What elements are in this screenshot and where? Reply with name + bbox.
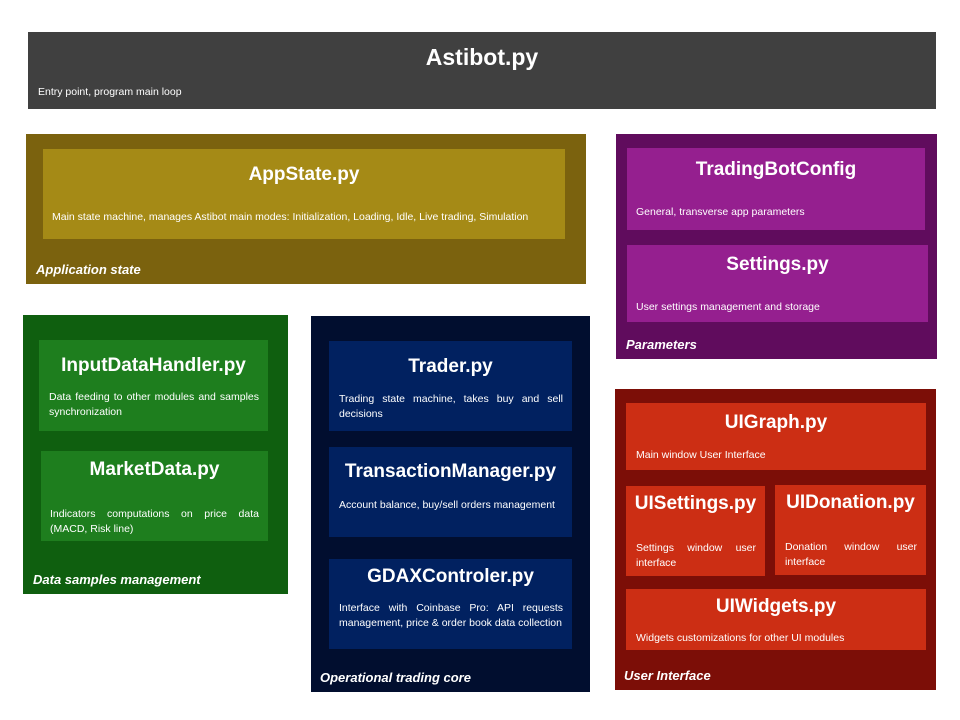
uiwidgets-title: UIWidgets.py (715, 596, 837, 617)
inputdatahandler-title: InputDataHandler.py (61, 355, 246, 376)
uisettings-desc: Settings window user interface (636, 542, 756, 569)
trading-core-group: Trader.py Trading state machine, takes b… (311, 316, 590, 692)
transactionmanager-box: TransactionManager.py Account balance, b… (329, 447, 572, 537)
gdaxcontroler-title: GDAXControler.py (367, 566, 534, 587)
trader-desc: Trading state machine, takes buy and sel… (339, 393, 563, 420)
uigraph-title: UIGraph.py (724, 412, 828, 433)
uiwidgets-desc: Widgets customizations for other UI modu… (636, 632, 845, 644)
inputdatahandler-box: InputDataHandler.py Data feeding to othe… (39, 340, 268, 431)
data-samples-label: Data samples management (33, 572, 201, 587)
tradingbotconfig-box: TradingBotConfig General, transverse app… (627, 148, 925, 230)
marketdata-desc: Indicators computations on price data (M… (50, 508, 259, 535)
uidonation-title: UIDonation.py (786, 492, 915, 513)
uisettings-box: UISettings.py Settings window user inter… (626, 486, 765, 576)
transactionmanager-desc: Account balance, buy/sell orders managem… (339, 499, 555, 511)
data-samples-group: InputDataHandler.py Data feeding to othe… (23, 315, 288, 594)
uidonation-box: UIDonation.py Donation window user inter… (775, 485, 926, 575)
inputdatahandler-desc: Data feeding to other modules and sample… (49, 391, 259, 418)
tradingbotconfig-desc: General, transverse app parameters (636, 206, 805, 218)
parameters-group: TradingBotConfig General, transverse app… (616, 134, 937, 359)
marketdata-title: MarketData.py (89, 459, 220, 480)
gdaxcontroler-box: GDAXControler.py Interface with Coinbase… (329, 559, 572, 649)
application-state-group: AppState.py Main state machine, manages … (26, 134, 586, 284)
settings-title: Settings.py (726, 254, 829, 275)
settings-desc: User settings management and storage (636, 301, 820, 313)
main-module-title: Astibot.py (425, 44, 539, 70)
transactionmanager-title: TransactionManager.py (344, 461, 557, 482)
main-module-box: Astibot.py Entry point, program main loo… (28, 32, 936, 109)
uiwidgets-box: UIWidgets.py Widgets customizations for … (626, 589, 926, 650)
settings-box: Settings.py User settings management and… (627, 245, 928, 322)
uigraph-desc: Main window User Interface (636, 449, 766, 461)
appstate-desc: Main state machine, manages Astibot main… (52, 211, 529, 223)
application-state-label: Application state (36, 262, 141, 277)
parameters-label: Parameters (626, 337, 697, 352)
trading-core-label: Operational trading core (320, 670, 471, 685)
uigraph-box: UIGraph.py Main window User Interface (626, 403, 926, 470)
appstate-box: AppState.py Main state machine, manages … (43, 149, 565, 239)
user-interface-group: UIGraph.py Main window User Interface UI… (615, 389, 936, 690)
user-interface-label: User Interface (624, 668, 711, 683)
marketdata-box: MarketData.py Indicators computations on… (41, 451, 268, 541)
gdaxcontroler-desc: Interface with Coinbase Pro: API request… (339, 602, 563, 629)
uidonation-desc: Donation window user interface (785, 541, 917, 568)
trader-box: Trader.py Trading state machine, takes b… (329, 341, 572, 431)
main-module-desc: Entry point, program main loop (38, 86, 182, 98)
tradingbotconfig-title: TradingBotConfig (695, 159, 857, 180)
appstate-title: AppState.py (248, 164, 360, 185)
uisettings-title: UISettings.py (634, 493, 757, 514)
trader-title: Trader.py (408, 356, 493, 377)
